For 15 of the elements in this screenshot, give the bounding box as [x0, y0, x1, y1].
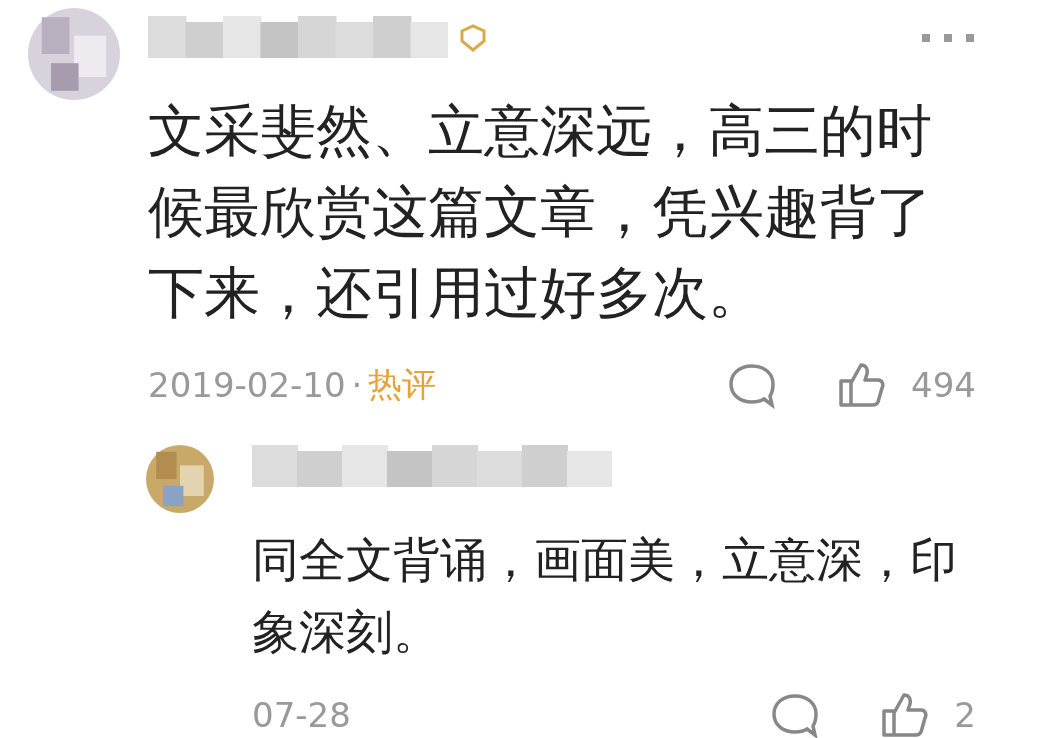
hot-tag: 热评 [368, 362, 437, 408]
reply-button[interactable] [770, 691, 821, 738]
comment-text: 同全文背诵，画面美，立意深，印象深刻。 [252, 531, 958, 661]
thumbs-up-icon [880, 691, 929, 738]
separator-dot: · [351, 365, 363, 405]
like-button[interactable]: 494 [837, 361, 976, 409]
comment-text: 文采斐然、立意深远，高三的时候最欣赏这篇文章，凭兴趣背了下来，还引用过好多次。 [148, 97, 933, 327]
comment-date: 07-28 [252, 695, 351, 735]
thumbs-up-icon [837, 361, 886, 409]
reply-button[interactable] [727, 361, 778, 409]
like-button[interactable]: 2 [880, 691, 976, 738]
comment-date: 2019-02-10 [148, 365, 346, 405]
speech-bubble-icon [727, 361, 778, 409]
avatar [146, 445, 214, 513]
speech-bubble-icon [770, 691, 821, 738]
